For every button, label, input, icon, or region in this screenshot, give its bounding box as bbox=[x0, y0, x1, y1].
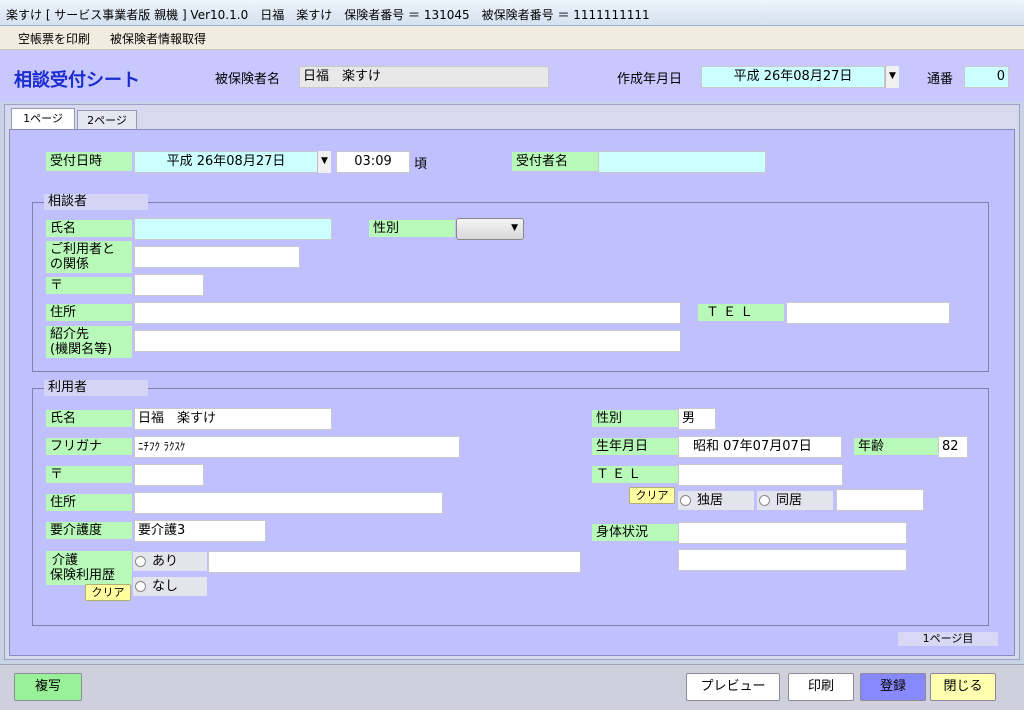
user-kana-field[interactable]: ﾆﾁﾌｸ ﾗｸｽｹ bbox=[134, 436, 460, 458]
radio-icon bbox=[135, 581, 146, 592]
referral-label-line2: (機関名等) bbox=[50, 342, 113, 357]
radio-icon bbox=[759, 495, 770, 506]
consultant-zip-field[interactable] bbox=[134, 274, 204, 296]
relation-label-line1: ご利用者と bbox=[50, 242, 116, 257]
menu-bar: 空帳票を印刷 被保険者情報取得 bbox=[0, 26, 1024, 50]
user-physical-field-2[interactable] bbox=[678, 549, 907, 571]
page-indicator: 1ページ目 bbox=[898, 632, 998, 646]
consultant-address-field[interactable] bbox=[134, 302, 681, 324]
user-physical-field-1[interactable] bbox=[678, 522, 907, 544]
history-note-field[interactable] bbox=[208, 551, 581, 573]
living-alone-radio[interactable]: 独居 bbox=[678, 491, 754, 510]
user-tel-label: ＴＥＬ bbox=[592, 466, 678, 483]
user-gender-field[interactable]: 男 bbox=[678, 408, 716, 430]
user-zip-label: 〒 bbox=[46, 466, 132, 483]
consultant-tel-label: ＴＥＬ bbox=[698, 304, 784, 321]
consultant-tel-field[interactable] bbox=[786, 302, 950, 324]
user-care-level-label: 要介護度 bbox=[46, 522, 132, 539]
reception-date-field[interactable]: 平成 26年08月27日 bbox=[134, 151, 318, 173]
consultant-name-field[interactable] bbox=[134, 218, 332, 240]
tab-page-2[interactable]: 2ページ bbox=[77, 110, 137, 130]
serial-label: 通番 bbox=[927, 72, 954, 87]
consultant-gender-select[interactable]: ▼ bbox=[456, 218, 524, 240]
chevron-down-icon[interactable]: ▼ bbox=[885, 66, 899, 88]
user-care-level-field[interactable]: 要介護3 bbox=[134, 520, 266, 542]
serial-field[interactable]: 0 bbox=[964, 66, 1009, 88]
insured-name-field: 日福 楽すけ bbox=[299, 66, 549, 88]
history-yes-radio[interactable]: あり bbox=[133, 552, 207, 571]
user-history-label: 介護 保険利用歴 bbox=[46, 551, 132, 585]
user-group-title: 利用者 bbox=[44, 380, 148, 396]
user-name-field[interactable]: 日福 楽すけ bbox=[134, 408, 332, 430]
consultant-address-label: 住所 bbox=[46, 304, 132, 321]
user-address-label: 住所 bbox=[46, 494, 132, 511]
copy-button[interactable]: 複写 bbox=[14, 673, 82, 701]
window-title: 楽すけ [ サービス事業者版 親機 ] Ver10.1.0 日福 楽すけ 保険者… bbox=[0, 0, 1024, 26]
user-birth-label: 生年月日 bbox=[592, 438, 678, 455]
history-label-line2: 保険利用歴 bbox=[50, 568, 116, 583]
referral-label-line1: 紹介先 bbox=[50, 327, 90, 342]
page-title: 相談受付シート bbox=[14, 70, 140, 91]
consultant-referral-label: 紹介先 (機関名等) bbox=[46, 326, 132, 358]
history-yes-label: あり bbox=[152, 554, 179, 569]
dropdown-arrow-icon: ▼ bbox=[511, 223, 518, 233]
living-alone-label: 独居 bbox=[697, 493, 724, 508]
receiver-label: 受付者名 bbox=[512, 152, 598, 171]
created-date-field[interactable]: 平成 26年08月27日 bbox=[701, 66, 885, 88]
history-no-radio[interactable]: なし bbox=[133, 577, 207, 596]
receiver-field[interactable] bbox=[598, 151, 766, 173]
user-kana-label: フリガナ bbox=[46, 438, 132, 455]
reception-time-field[interactable]: 03:09 bbox=[336, 151, 410, 173]
living-with-radio[interactable]: 同居 bbox=[757, 491, 833, 510]
history-clear-button[interactable]: クリア bbox=[85, 584, 131, 601]
consultant-relation-label: ご利用者と の関係 bbox=[46, 241, 132, 273]
consultant-name-label: 氏名 bbox=[46, 220, 132, 237]
register-button[interactable]: 登録 bbox=[860, 673, 926, 701]
menu-print-blank[interactable]: 空帳票を印刷 bbox=[18, 30, 90, 47]
user-address-field[interactable] bbox=[134, 492, 443, 514]
user-age-label: 年齢 bbox=[854, 438, 938, 455]
close-button[interactable]: 閉じる bbox=[930, 673, 996, 701]
consultant-group-title: 相談者 bbox=[44, 194, 148, 210]
history-label-line1: 介護 bbox=[52, 553, 79, 568]
time-suffix: 頃 bbox=[414, 157, 428, 172]
user-gender-label: 性別 bbox=[592, 410, 678, 427]
living-clear-button[interactable]: クリア bbox=[629, 487, 675, 504]
user-birth-field[interactable]: 昭和 07年07月07日 bbox=[678, 436, 842, 458]
user-age-field[interactable]: 82 bbox=[938, 436, 968, 458]
tab-page-1[interactable]: 1ページ bbox=[11, 108, 75, 130]
chevron-down-icon[interactable]: ▼ bbox=[317, 151, 331, 173]
history-no-label: なし bbox=[152, 579, 179, 594]
user-tel-field[interactable] bbox=[678, 464, 843, 486]
relation-label-line2: の関係 bbox=[50, 257, 90, 272]
living-note-field[interactable] bbox=[836, 489, 924, 511]
created-date-label: 作成年月日 bbox=[617, 72, 683, 87]
reception-datetime-label: 受付日時 bbox=[46, 152, 132, 171]
radio-icon bbox=[135, 556, 146, 567]
user-name-label: 氏名 bbox=[46, 410, 132, 427]
user-physical-label: 身体状況 bbox=[592, 524, 678, 541]
insured-name-label: 被保険者名 bbox=[215, 72, 281, 87]
living-with-label: 同居 bbox=[776, 493, 803, 508]
consultant-zip-label: 〒 bbox=[46, 277, 132, 294]
radio-icon bbox=[680, 495, 691, 506]
consultant-gender-label: 性別 bbox=[369, 220, 455, 237]
consultant-relation-field[interactable] bbox=[134, 246, 300, 268]
preview-button[interactable]: プレビュー bbox=[686, 673, 780, 701]
menu-get-insured-info[interactable]: 被保険者情報取得 bbox=[110, 30, 206, 47]
user-zip-field[interactable] bbox=[134, 464, 204, 486]
consultant-referral-field[interactable] bbox=[134, 330, 681, 352]
print-button[interactable]: 印刷 bbox=[788, 673, 854, 701]
